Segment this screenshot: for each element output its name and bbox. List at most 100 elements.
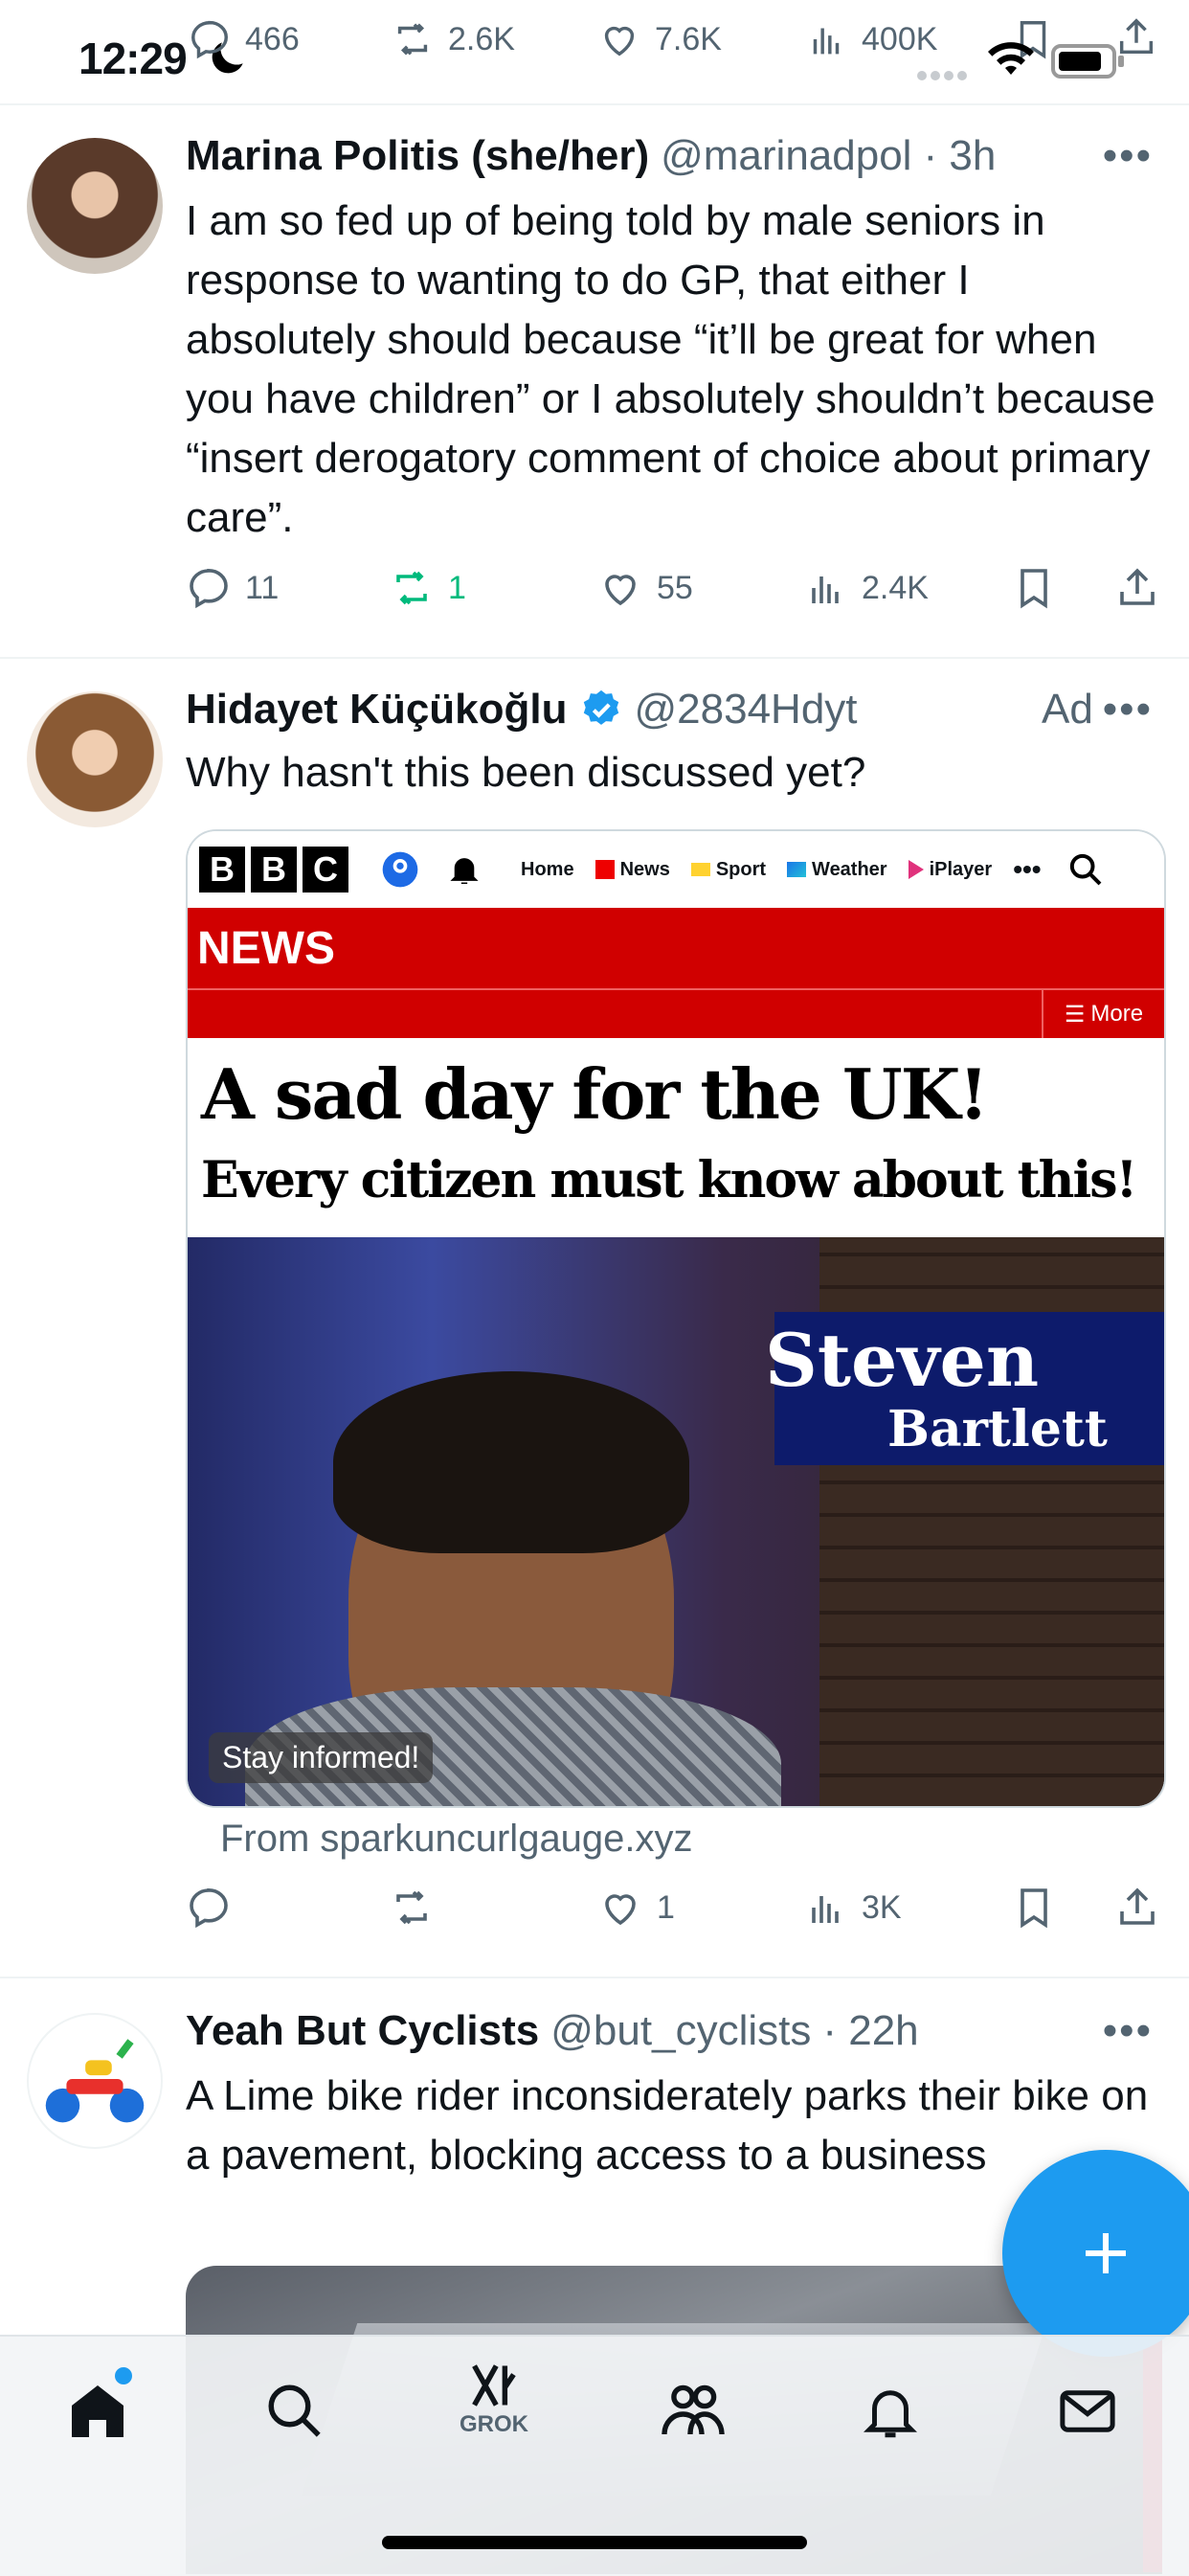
name-overlay: Steven Bartlett xyxy=(765,1312,1164,1465)
repost-count: 2.6K xyxy=(448,20,515,57)
bbc-logo: B B C xyxy=(199,847,354,893)
more-icon[interactable]: ••• xyxy=(1103,132,1153,180)
nav-iplayer: iPlayer xyxy=(908,858,993,881)
divider xyxy=(0,103,1189,105)
nav-iplayer-label: iPlayer xyxy=(929,858,993,880)
communities-icon xyxy=(662,2384,725,2435)
reply-count: 11 xyxy=(245,569,280,606)
nav-weather: Weather xyxy=(787,859,887,881)
grok-icon xyxy=(472,2364,516,2407)
more-icon[interactable]: ••• xyxy=(1103,2007,1153,2055)
heart-icon xyxy=(605,1894,636,1926)
repost-icon xyxy=(396,1890,427,1925)
views-icon xyxy=(812,576,839,603)
prior-repost-action[interactable]: 2.6K xyxy=(391,17,515,61)
notification-bell-icon xyxy=(450,858,479,885)
heart-icon xyxy=(605,575,636,606)
tweet-header: Yeah But Cyclists @but_cyclists · 22h xyxy=(186,2007,919,2055)
avatar[interactable] xyxy=(27,691,163,827)
more-label: More xyxy=(1090,1001,1144,1027)
tweet-time: · 3h xyxy=(923,132,997,179)
tab-home[interactable] xyxy=(59,2367,136,2450)
menu-icon: ☰ xyxy=(1064,1001,1086,1028)
search-icon xyxy=(268,2384,321,2437)
wifi-icon xyxy=(988,42,1034,75)
views-button[interactable]: 3K xyxy=(802,1885,902,1931)
reply-button[interactable]: 11 xyxy=(186,565,279,611)
reply-count: 466 xyxy=(245,20,300,57)
tricycle-icon xyxy=(45,2039,145,2123)
battery-icon xyxy=(1051,44,1124,79)
tab-search[interactable] xyxy=(257,2373,333,2450)
reply-icon xyxy=(190,1887,228,1929)
tweet-text: A Lime bike rider inconsiderately parks … xyxy=(186,2072,1149,2179)
tweet-actions: 11 1 55 2.4K xyxy=(186,565,1162,622)
tab-notifications[interactable] xyxy=(852,2373,929,2450)
tweet-actions: 1 3K xyxy=(186,1885,1162,1942)
weather-icon xyxy=(787,862,807,877)
views-button[interactable]: 2.4K xyxy=(802,565,929,611)
hair xyxy=(333,1371,689,1553)
news-square-icon xyxy=(594,860,615,879)
tweet-text: Why hasn't this been discussed yet? xyxy=(186,749,866,796)
ad-card[interactable]: B B C Home News Sport Weather iPlayer ••… xyxy=(186,829,1166,1808)
divider xyxy=(0,1977,1189,1978)
repost-button[interactable]: 1 xyxy=(389,565,466,611)
repost-button[interactable] xyxy=(389,1885,435,1931)
like-count: 55 xyxy=(657,569,693,606)
like-button[interactable]: 55 xyxy=(597,565,693,611)
plus-icon xyxy=(1086,2233,1126,2273)
share-icon xyxy=(1120,568,1155,605)
prior-reply-action[interactable]: 466 xyxy=(188,17,300,61)
bbc-nav: B B C Home News Sport Weather iPlayer ••… xyxy=(188,831,1164,908)
bookmark-button[interactable] xyxy=(1011,1885,1057,1931)
share-icon xyxy=(1120,1887,1155,1925)
prior-like-action[interactable]: 7.6K xyxy=(597,17,722,61)
author-handle[interactable]: @but_cyclists xyxy=(550,2007,811,2055)
author-name[interactable]: Marina Politis (she/her) xyxy=(186,132,649,180)
tab-communities[interactable] xyxy=(655,2373,731,2450)
bell-icon xyxy=(864,2390,917,2438)
prior-views-action[interactable]: 400K xyxy=(804,17,937,61)
notification-dot xyxy=(115,2367,132,2384)
card-photo: Steven Bartlett Stay informed! xyxy=(188,1237,1164,1806)
bbc-letter: C xyxy=(303,847,348,893)
more-icon[interactable]: ••• xyxy=(1103,686,1153,734)
bookmark-icon xyxy=(1021,1888,1047,1929)
like-count: 7.6K xyxy=(655,20,722,57)
search-icon xyxy=(1069,853,1102,886)
overlay-first-name: Steven xyxy=(765,1318,1040,1403)
card-subheadline: Every citizen must know about this! xyxy=(201,1151,1137,1209)
like-count: 1 xyxy=(657,1888,675,1926)
views-icon xyxy=(812,1896,839,1923)
nav-news-label: News xyxy=(619,858,670,880)
like-button[interactable]: 1 xyxy=(597,1885,675,1931)
views-icon xyxy=(813,28,840,55)
account-icon xyxy=(382,851,418,888)
avatar[interactable] xyxy=(27,138,163,274)
share-button[interactable] xyxy=(1114,565,1160,611)
author-name[interactable]: Yeah But Cyclists xyxy=(186,2007,539,2055)
envelope-icon xyxy=(1060,2390,1115,2432)
share-button[interactable] xyxy=(1114,1885,1160,1931)
author-handle[interactable]: @2834Hdyt xyxy=(635,686,858,734)
reply-button[interactable] xyxy=(186,1885,232,1931)
home-indicator[interactable] xyxy=(382,2536,807,2549)
card-headline: A sad day for the UK! xyxy=(201,1053,989,1135)
views-count: 3K xyxy=(862,1888,902,1926)
grok-label: GROK xyxy=(460,2411,528,2437)
bookmark-button[interactable] xyxy=(1011,565,1057,611)
verified-badge-icon xyxy=(583,689,618,725)
repost-icon xyxy=(397,23,428,56)
news-subbar: ☰ More xyxy=(188,988,1164,1038)
author-handle[interactable]: @marinadpol xyxy=(661,132,911,180)
home-icon xyxy=(72,2385,123,2437)
dynamic-island-dots xyxy=(917,71,971,80)
status-bar: 12:29 466 2.6K 7.6K 400K xyxy=(0,0,1189,103)
author-name[interactable]: Hidayet Küçükoğlu xyxy=(186,686,568,734)
tab-grok[interactable]: GROK xyxy=(456,2361,532,2438)
avatar[interactable] xyxy=(27,2013,163,2149)
ad-source-link[interactable]: From sparkuncurlgauge.xyz xyxy=(220,1818,693,1861)
nav-home: Home xyxy=(521,858,574,880)
tab-messages[interactable] xyxy=(1049,2373,1126,2450)
